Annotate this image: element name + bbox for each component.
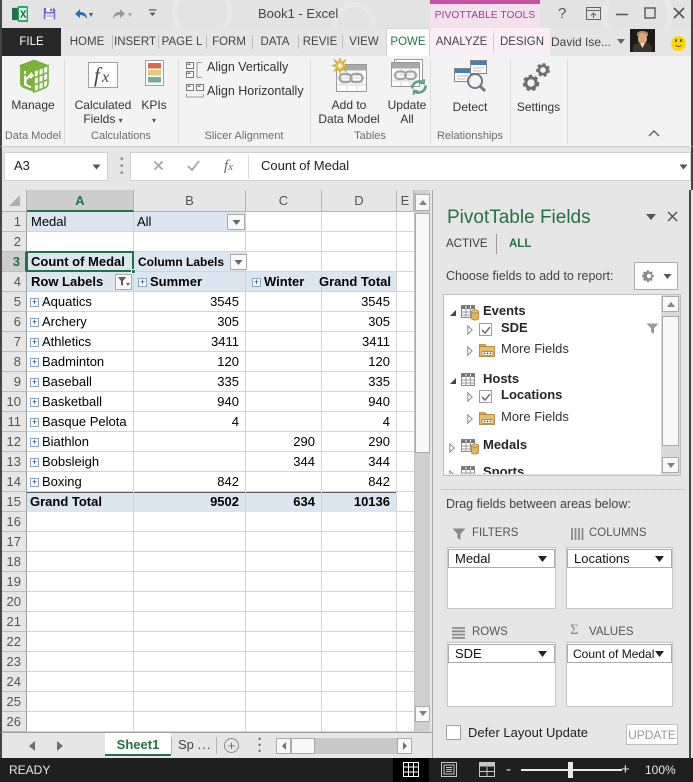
svg-text:x: x — [101, 69, 109, 86]
